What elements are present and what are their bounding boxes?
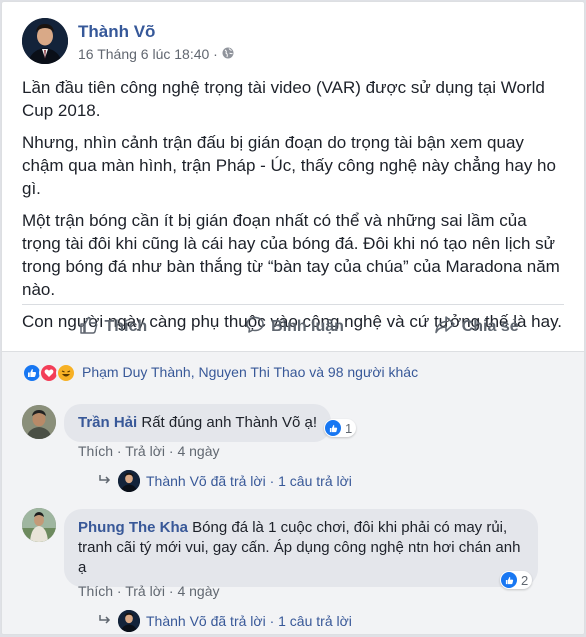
like-icon [325,420,341,436]
comment-like-count[interactable]: 2 [500,571,533,589]
haha-icon [56,363,76,383]
author-name[interactable]: Thành Võ [78,22,155,42]
author-avatar[interactable] [22,18,68,64]
comment-like-link[interactable]: Thích [78,583,113,599]
share-button[interactable]: Chia sẻ [385,306,567,348]
comment-reply-link[interactable]: Trả lời [125,583,165,599]
comments-section: Trần Hải Rất đúng anh Thành Võ ạ! 1 Thíc… [2,393,584,634]
divider [22,304,564,305]
reply-avatar [118,610,140,632]
comment-bubble: Phung The Kha Bóng đá là 1 cuộc chơi, đô… [64,509,538,587]
comment-bubble: Trần Hải Rất đúng anh Thành Võ ạ! [64,404,332,442]
post-paragraph: Một trận bóng cần ít bị gián đoạn nhất c… [22,211,560,299]
reactions-summary[interactable]: Phạm Duy Thành, Nguyen Thi Thao và 98 ng… [82,364,418,380]
share-label: Chia sẻ [461,318,519,335]
comment-author[interactable]: Phung The Kha [78,519,188,536]
post-card: Thành Võ 16 Tháng 6 lúc 18:40 · Lần đầu … [1,1,585,635]
comment-actions: Thích · Trả lời · 4 ngày [78,443,220,459]
thumbs-up-icon [79,315,99,340]
comment-icon [245,315,265,340]
post-text: Lần đầu tiên công nghệ trọng tài video (… [22,76,567,342]
replies-link[interactable]: Thành Võ đã trả lời · 1 câu trả lời [98,610,352,632]
comment-text: Rất đúng anh Thành Võ ạ! [141,414,318,431]
like-label: Thích [104,318,148,335]
like-count-text: 2 [521,572,529,588]
comment-like-link[interactable]: Thích [78,443,113,459]
share-arrow-icon [434,315,456,340]
like-count-text: 1 [345,420,353,436]
reply-avatar [118,470,140,492]
comment-author[interactable]: Trần Hải [78,414,137,431]
post-paragraph: Nhưng, nhìn cảnh trận đấu bị gián đoạn d… [22,133,556,198]
post-timestamp[interactable]: 16 Tháng 6 lúc 18:40 · [78,46,218,62]
like-button[interactable]: Thích [22,306,204,348]
reply-arrow-icon [98,613,112,629]
like-icon [501,572,517,588]
commenter-avatar[interactable] [22,405,56,439]
post-actions: Thích Bình luận Chia sẻ [22,306,567,348]
post-paragraph: Lần đầu tiên công nghệ trọng tài video (… [22,78,545,120]
reply-arrow-icon [98,473,112,489]
comment-like-count[interactable]: 1 [324,419,357,437]
comment-button[interactable]: Bình luận [204,306,386,348]
comment-label: Bình luận [271,318,344,335]
comment-reply-link[interactable]: Trả lời [125,443,165,459]
reply-summary: Thành Võ đã trả lời · 1 câu trả lời [146,613,352,629]
reactions-bar: Phạm Duy Thành, Nguyen Thi Thao và 98 ng… [2,351,584,393]
reaction-icons[interactable] [22,363,76,383]
replies-link[interactable]: Thành Võ đã trả lời · 1 câu trả lời [98,470,352,492]
comment-time[interactable]: 4 ngày [177,443,219,459]
comment-time[interactable]: 4 ngày [177,583,219,599]
post-meta: 16 Tháng 6 lúc 18:40 · [78,46,234,62]
commenter-avatar[interactable] [22,508,56,542]
reply-summary: Thành Võ đã trả lời · 1 câu trả lời [146,473,352,489]
comment-actions: Thích · Trả lời · 4 ngày [78,583,220,599]
globe-icon[interactable] [222,46,234,62]
